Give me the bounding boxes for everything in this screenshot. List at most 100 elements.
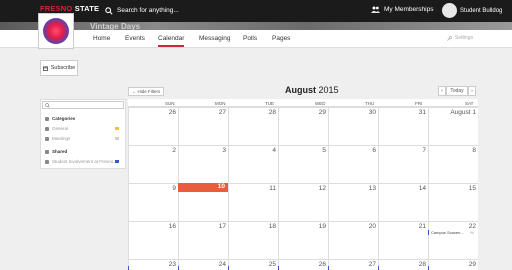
tab-polls[interactable]: Polls — [243, 35, 257, 42]
filter-shared-header[interactable]: Shared — [45, 149, 67, 154]
subscribe-button[interactable]: Subscribe — [40, 60, 78, 76]
org-logo-image — [43, 18, 69, 44]
day-number[interactable]: 4 — [256, 147, 276, 154]
color-swatch — [115, 127, 119, 130]
day-of-week-header: THU — [365, 101, 375, 106]
event-bar[interactable] — [228, 266, 258, 270]
day-number[interactable]: 20 — [356, 223, 376, 230]
memberships-link[interactable]: My Memberships — [371, 6, 433, 13]
user-name: Student Bulldog — [460, 7, 503, 14]
day-of-week-header: WED — [315, 101, 326, 106]
today-button[interactable]: Today — [446, 86, 468, 96]
day-number[interactable]: 27 — [356, 261, 376, 268]
filter-student-involvement[interactable]: Student Involvement at Fresno... — [45, 159, 125, 164]
grid-line — [328, 107, 329, 270]
day-number[interactable]: 2 — [156, 147, 176, 154]
global-search — [105, 5, 277, 16]
day-number[interactable]: 5 — [306, 147, 326, 154]
today-cell-highlight[interactable]: 10 — [178, 183, 228, 192]
tab-events[interactable]: Events — [125, 35, 145, 42]
checkbox-icon — [45, 149, 49, 154]
event-more-indicator[interactable]: % — [470, 230, 474, 235]
user-menu[interactable]: Student Bulldog — [442, 3, 502, 18]
day-number[interactable]: 28 — [406, 261, 426, 268]
search-input[interactable] — [117, 5, 277, 16]
tab-messaging[interactable]: Messaging — [199, 35, 230, 42]
day-number[interactable]: 26 — [156, 109, 176, 116]
day-number[interactable]: 27 — [206, 109, 226, 116]
day-number[interactable]: 11 — [256, 185, 276, 192]
brand-logo[interactable]: FRESNO STATE — [40, 4, 99, 13]
grid-line — [128, 107, 478, 108]
event-bar[interactable] — [378, 266, 408, 270]
filter-panel: Categories General Meetings Shared Stude… — [40, 99, 126, 169]
filter-meetings[interactable]: Meetings — [45, 136, 125, 141]
hide-filters-button[interactable]: ← Hide Filters — [128, 87, 164, 96]
day-number[interactable]: 24 — [206, 261, 226, 268]
day-number[interactable]: 19 — [306, 223, 326, 230]
prev-month-button[interactable]: ‹ — [438, 86, 446, 96]
day-of-week-header: SAT — [465, 101, 474, 106]
people-icon — [371, 6, 380, 13]
event-bar[interactable] — [428, 266, 458, 270]
day-number[interactable]: August 1 — [446, 109, 476, 116]
day-number[interactable]: 16 — [156, 223, 176, 230]
day-number[interactable]: 22 — [456, 223, 476, 230]
grid-line — [428, 107, 429, 270]
day-number[interactable]: 26 — [306, 261, 326, 268]
day-number[interactable]: 29 — [456, 261, 476, 268]
filter-general[interactable]: General — [45, 126, 125, 131]
day-number[interactable]: 13 — [356, 185, 376, 192]
memberships-label: My Memberships — [384, 6, 434, 13]
calendar-header — [128, 99, 478, 107]
filter-categories-header[interactable]: Categories — [45, 116, 75, 121]
event-bar[interactable] — [178, 266, 208, 270]
day-number[interactable]: 18 — [256, 223, 276, 230]
day-number[interactable]: 30 — [356, 109, 376, 116]
day-number[interactable]: 31 — [406, 109, 426, 116]
day-number[interactable]: 15 — [456, 185, 476, 192]
tab-home[interactable]: Home — [93, 35, 110, 42]
day-number[interactable]: 12 — [306, 185, 326, 192]
event-bar[interactable] — [328, 266, 358, 270]
grid-line — [278, 107, 279, 270]
day-of-week-header: SUN — [165, 101, 175, 106]
org-banner — [0, 22, 512, 30]
day-number[interactable]: 3 — [206, 147, 226, 154]
month-title: August 2015 — [285, 85, 339, 95]
day-number[interactable]: 29 — [306, 109, 326, 116]
checkbox-icon — [45, 126, 49, 131]
grid-line — [128, 107, 129, 270]
grid-line — [378, 107, 379, 270]
filter-search-input[interactable] — [42, 101, 124, 109]
wrench-icon — [447, 35, 452, 41]
day-number[interactable]: 21 — [406, 223, 426, 230]
color-swatch — [115, 137, 119, 140]
grid-line — [128, 259, 478, 260]
calendar-icon — [42, 66, 48, 71]
day-number[interactable]: 14 — [406, 185, 426, 192]
checkbox-icon — [45, 136, 49, 141]
grid-line — [128, 221, 478, 222]
day-number[interactable]: 8 — [456, 147, 476, 154]
day-of-week-header: FRI — [415, 101, 423, 106]
day-number[interactable]: 17 — [206, 223, 226, 230]
top-bar: FRESNO STATE My Memberships Student Bull… — [0, 0, 512, 22]
settings-link[interactable]: Settings — [447, 35, 473, 41]
tab-calendar[interactable]: Calendar — [158, 35, 185, 47]
day-number[interactable]: 28 — [256, 109, 276, 116]
day-number[interactable]: 7 — [406, 147, 426, 154]
day-number[interactable]: 6 — [356, 147, 376, 154]
day-number[interactable]: 23 — [156, 261, 176, 268]
event-bar[interactable] — [128, 266, 158, 270]
day-number[interactable]: 25 — [256, 261, 276, 268]
org-logo — [38, 13, 74, 49]
search-icon — [45, 103, 50, 108]
avatar — [442, 3, 457, 18]
next-month-button[interactable]: › — [468, 86, 476, 96]
day-number[interactable]: 9 — [156, 185, 176, 192]
grid-line — [228, 107, 229, 270]
event-bar[interactable] — [278, 266, 308, 270]
event-campus-scavenger[interactable]: Campus Scaven... — [428, 230, 464, 235]
tab-pages[interactable]: Pages — [272, 35, 290, 42]
